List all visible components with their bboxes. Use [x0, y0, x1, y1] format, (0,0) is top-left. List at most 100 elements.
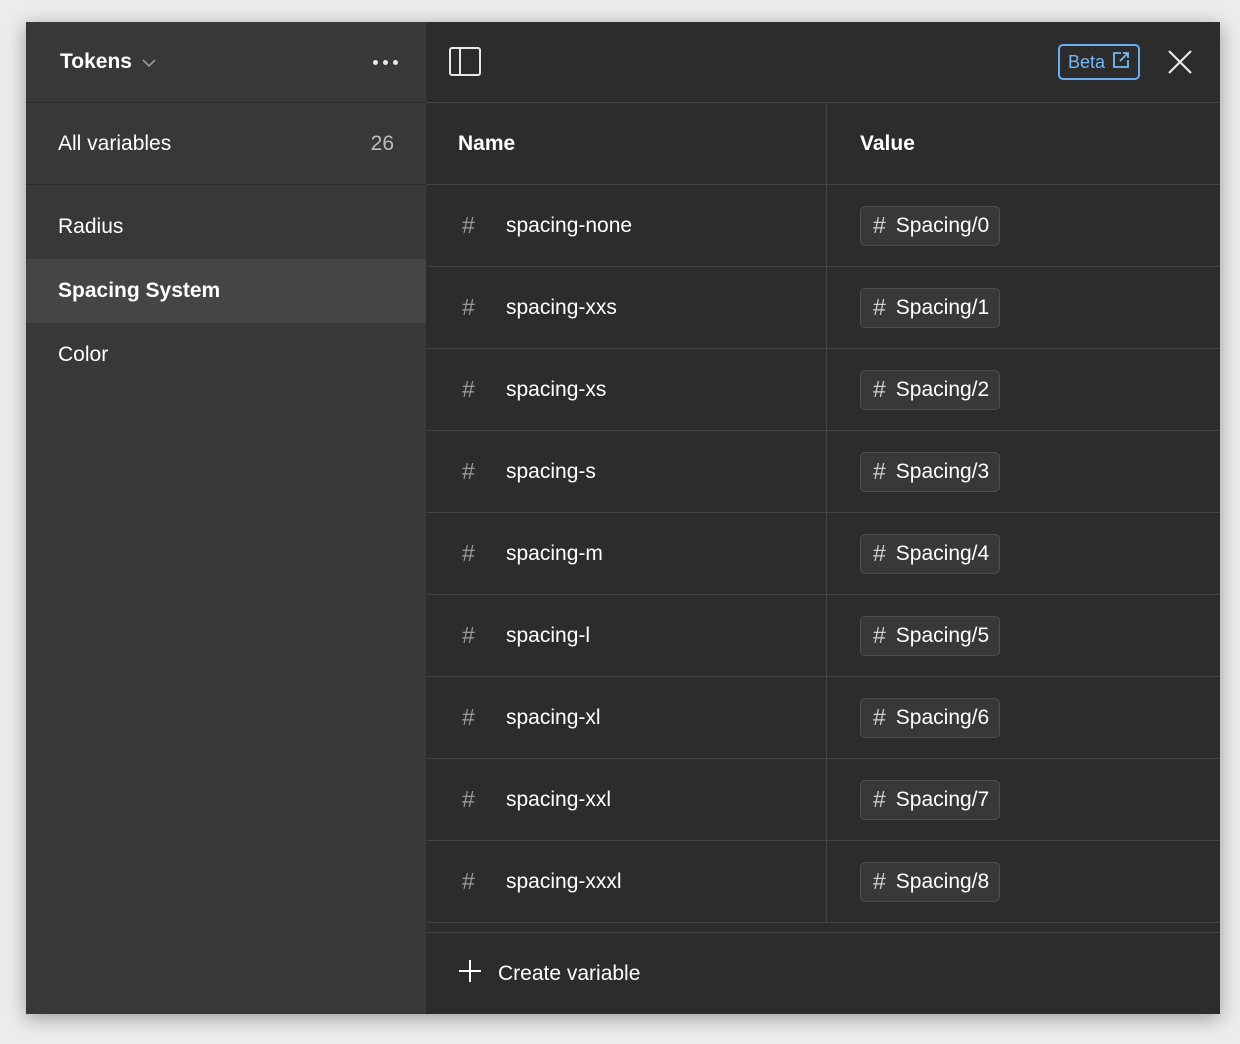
- toolbar: Beta: [426, 22, 1220, 103]
- all-variables-count: 26: [370, 131, 394, 155]
- main-panel: Beta Name Value # spacing-none # Spacing…: [426, 22, 1220, 1014]
- variables-table-body: # spacing-none # Spacing/0 # spacing-xxs: [426, 185, 1220, 923]
- table-row: # spacing-xxl # Spacing/7: [426, 759, 1220, 841]
- number-hash-icon: #: [873, 540, 886, 566]
- variable-value-cell: # Spacing/4: [827, 513, 1220, 594]
- variable-name: spacing-xxl: [506, 787, 612, 811]
- variable-name-cell[interactable]: # spacing-m: [426, 513, 827, 594]
- more-horizontal-icon: [372, 59, 378, 65]
- table-row: # spacing-l # Spacing/5: [426, 595, 1220, 677]
- variable-name-cell[interactable]: # spacing-xxl: [426, 759, 827, 840]
- sidebar-item-label: Radius: [58, 215, 124, 238]
- number-hash-icon: #: [462, 376, 475, 402]
- number-hash-icon: #: [873, 376, 886, 402]
- number-hash-icon: #: [873, 622, 886, 648]
- variable-name: spacing-none: [506, 213, 633, 237]
- sidebar-item-color[interactable]: Color: [26, 323, 426, 387]
- variable-name: spacing-xxs: [506, 295, 617, 319]
- variable-name-cell[interactable]: # spacing-s: [426, 431, 827, 512]
- variable-value-cell: # Spacing/8: [827, 841, 1220, 922]
- sidebar-item-label: Spacing System: [58, 279, 221, 302]
- sidebar-item-radius[interactable]: Radius: [26, 195, 426, 259]
- number-hash-icon: #: [462, 294, 475, 320]
- create-variable-label: Create variable: [498, 961, 641, 985]
- table-row: # spacing-xl # Spacing/6: [426, 677, 1220, 759]
- collection-title: Tokens: [60, 50, 132, 73]
- plus-icon: [458, 959, 482, 989]
- variable-value-cell: # Spacing/1: [827, 267, 1220, 348]
- sidebar: Tokens All variables 26 Radius Spacing S…: [26, 22, 426, 1014]
- alias-pill[interactable]: # Spacing/7: [860, 779, 1001, 820]
- number-hash-icon: #: [873, 786, 886, 812]
- variable-name: spacing-xs: [506, 377, 607, 401]
- number-hash-icon: #: [873, 868, 886, 894]
- beta-label: Beta: [1067, 51, 1105, 72]
- variable-name-cell[interactable]: # spacing-xs: [426, 349, 827, 430]
- table-header: Name Value: [426, 103, 1220, 185]
- alias-pill[interactable]: # Spacing/8: [860, 861, 1001, 902]
- beta-badge[interactable]: Beta: [1057, 44, 1140, 80]
- sidebar-item-label: Color: [58, 343, 109, 366]
- close-icon[interactable]: [1166, 48, 1194, 76]
- external-link-icon: [1112, 51, 1130, 74]
- number-hash-icon: #: [873, 458, 886, 484]
- column-header-name[interactable]: Name: [426, 103, 827, 184]
- number-hash-icon: #: [462, 704, 475, 730]
- number-hash-icon: #: [873, 294, 886, 320]
- number-hash-icon: #: [462, 868, 475, 894]
- alias-label: Spacing/6: [895, 705, 990, 729]
- create-variable-button[interactable]: Create variable: [426, 932, 1220, 1014]
- number-hash-icon: #: [462, 786, 475, 812]
- chevron-down-icon: [142, 50, 156, 74]
- variable-value-cell: # Spacing/2: [827, 349, 1220, 430]
- variable-name: spacing-l: [506, 623, 591, 647]
- number-hash-icon: #: [873, 212, 886, 238]
- alias-pill[interactable]: # Spacing/4: [860, 533, 1001, 574]
- sidebar-item-all-variables[interactable]: All variables 26: [26, 103, 426, 185]
- table-row: # spacing-s # Spacing/3: [426, 431, 1220, 513]
- table-row: # spacing-xxxl # Spacing/8: [426, 841, 1220, 923]
- number-hash-icon: #: [462, 212, 475, 238]
- variable-name-cell[interactable]: # spacing-xxxl: [426, 841, 827, 922]
- variable-value-cell: # Spacing/0: [827, 185, 1220, 266]
- sidebar-panel-icon[interactable]: [448, 46, 482, 78]
- alias-label: Spacing/0: [895, 213, 990, 237]
- variable-name: spacing-xl: [506, 705, 601, 729]
- alias-pill[interactable]: # Spacing/5: [860, 615, 1001, 656]
- alias-pill[interactable]: # Spacing/1: [860, 287, 1001, 328]
- table-row: # spacing-none # Spacing/0: [426, 185, 1220, 267]
- alias-label: Spacing/7: [895, 787, 990, 811]
- alias-pill[interactable]: # Spacing/3: [860, 451, 1001, 492]
- alias-pill[interactable]: # Spacing/6: [860, 697, 1001, 738]
- column-header-value[interactable]: Value: [827, 103, 1220, 184]
- collection-switcher[interactable]: Tokens: [60, 50, 156, 74]
- variable-name: spacing-m: [506, 541, 603, 565]
- variable-name-cell[interactable]: # spacing-none: [426, 185, 827, 266]
- number-hash-icon: #: [462, 622, 475, 648]
- number-hash-icon: #: [873, 704, 886, 730]
- table-row: # spacing-xxs # Spacing/1: [426, 267, 1220, 349]
- sidebar-header: Tokens: [26, 22, 426, 103]
- more-options-button[interactable]: [368, 50, 402, 74]
- variable-name: spacing-xxxl: [506, 869, 622, 893]
- number-hash-icon: #: [462, 540, 475, 566]
- table-row: # spacing-xs # Spacing/2: [426, 349, 1220, 431]
- sidebar-item-spacing-system[interactable]: Spacing System: [26, 259, 426, 323]
- variable-value-cell: # Spacing/6: [827, 677, 1220, 758]
- group-list: Radius Spacing System Color: [26, 185, 426, 387]
- variables-modal: Tokens All variables 26 Radius Spacing S…: [26, 22, 1220, 1014]
- more-dot: [392, 59, 398, 65]
- alias-pill[interactable]: # Spacing/0: [860, 205, 1001, 246]
- variable-value-cell: # Spacing/3: [827, 431, 1220, 512]
- variable-name-cell[interactable]: # spacing-xxs: [426, 267, 827, 348]
- alias-pill[interactable]: # Spacing/2: [860, 369, 1001, 410]
- alias-label: Spacing/4: [895, 541, 990, 565]
- more-dot: [382, 59, 388, 65]
- alias-label: Spacing/8: [895, 869, 990, 893]
- variable-name-cell[interactable]: # spacing-l: [426, 595, 827, 676]
- variable-value-cell: # Spacing/5: [827, 595, 1220, 676]
- variable-name-cell[interactable]: # spacing-xl: [426, 677, 827, 758]
- table-row: # spacing-m # Spacing/4: [426, 513, 1220, 595]
- variable-name: spacing-s: [506, 459, 596, 483]
- all-variables-label: All variables: [58, 131, 172, 155]
